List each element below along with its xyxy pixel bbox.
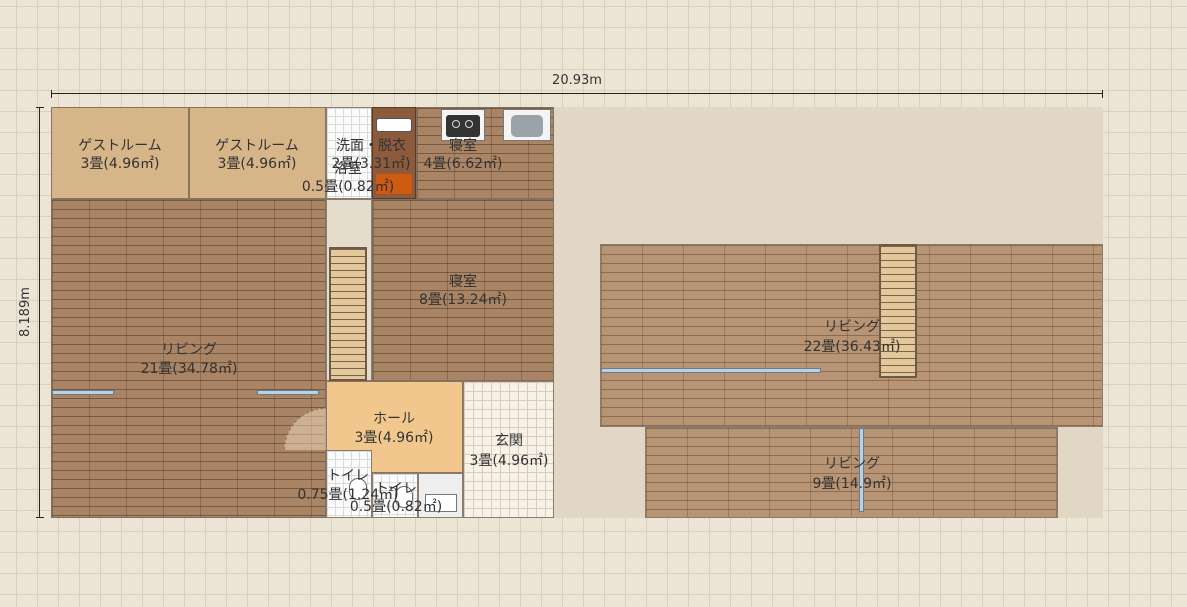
label-entrance-size: 3畳(4.96㎡) xyxy=(469,453,549,469)
label-hall-size: 3畳(4.96㎡) xyxy=(354,430,434,446)
label-bath-name: 浴室 xyxy=(334,161,362,177)
label-bedroom-large-name: 寝室 xyxy=(449,274,477,290)
window-icon xyxy=(257,390,319,395)
height-dimension-tick-bottom xyxy=(36,517,44,518)
label-living-lower-name: リビング xyxy=(824,456,880,472)
label-entrance-name: 玄関 xyxy=(495,433,523,449)
height-dimension-tick-top xyxy=(36,107,44,108)
label-living-main-size: 21畳(34.78㎡) xyxy=(140,361,238,377)
label-bedroom-small-name: 寝室 xyxy=(449,138,477,154)
label-living-upper-size: 22畳(36.43㎡) xyxy=(803,339,901,355)
label-hall-name: ホール xyxy=(373,411,415,427)
label-toilet-1-name: トイレ xyxy=(327,468,369,484)
label-guest-1-size: 3畳(4.96㎡) xyxy=(80,156,160,172)
staircase-icon[interactable] xyxy=(329,247,367,381)
label-guest-1-name: ゲストルーム xyxy=(78,138,162,154)
width-dimension-line xyxy=(51,93,1103,94)
label-toilet-2-name: トイレ xyxy=(375,481,417,497)
label-bath-size: 0.5畳(0.82㎡) xyxy=(301,179,395,195)
label-living-main-name: リビング xyxy=(161,342,217,358)
label-toilet-2-size: 0.5畳(0.82㎡) xyxy=(349,499,443,515)
sink-icon xyxy=(503,109,551,141)
label-guest-2-name: ゲストルーム xyxy=(215,138,299,154)
staircase-icon[interactable] xyxy=(879,244,917,378)
label-living-lower-size: 9畳(14.9㎡) xyxy=(812,476,892,492)
label-bedroom-large-size: 8畳(13.24㎡) xyxy=(419,292,507,308)
label-bedroom-small-size: 4畳(6.62㎡) xyxy=(423,156,503,172)
label-guest-2-size: 3畳(4.96㎡) xyxy=(217,156,297,172)
window-icon xyxy=(52,390,114,395)
window-icon xyxy=(601,368,821,373)
width-dimension-tick-right xyxy=(1102,90,1103,98)
label-washroom-name: 洗面・脱衣 xyxy=(336,138,406,154)
height-dimension-label: 8.189m xyxy=(18,287,33,337)
label-living-upper-name: リビング xyxy=(824,319,880,335)
width-dimension-tick-left xyxy=(51,90,52,98)
height-dimension-line xyxy=(39,107,40,518)
width-dimension-label: 20.93m xyxy=(552,73,602,88)
